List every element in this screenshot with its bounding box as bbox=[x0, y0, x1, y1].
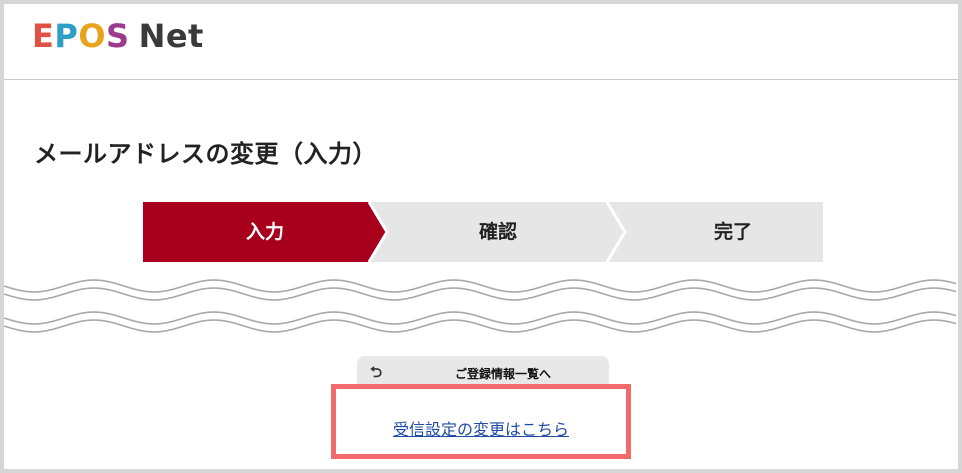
receive-settings-link[interactable]: 受信設定の変更はこちら bbox=[336, 416, 626, 440]
logo-letter-p: P bbox=[54, 17, 79, 55]
step-confirm-label: 確認 bbox=[478, 221, 517, 243]
logo-letter-s: S bbox=[106, 17, 130, 55]
logo-net: Net bbox=[138, 17, 204, 55]
page-title: メールアドレスの変更（入力） bbox=[34, 140, 377, 168]
logo-letter-e: E bbox=[32, 17, 55, 55]
header: EPOS Net bbox=[4, 4, 958, 80]
epos-net-logo[interactable]: EPOS Net bbox=[32, 16, 204, 56]
highlight-box: 受信設定の変更はこちら bbox=[331, 384, 631, 459]
logo-letter-o: O bbox=[78, 17, 107, 55]
step-complete-label: 完了 bbox=[713, 221, 752, 243]
step-input-label: 入力 bbox=[245, 221, 284, 243]
omission-wave-divider bbox=[4, 279, 957, 333]
page-frame: EPOS Net メールアドレスの変更（入力） 入力 確認 完了 ⮌ ご登録情報一… bbox=[4, 4, 958, 469]
back-button-label: ご登録情報一覧へ bbox=[454, 367, 551, 381]
progress-steps: 入力 確認 完了 bbox=[143, 202, 823, 262]
